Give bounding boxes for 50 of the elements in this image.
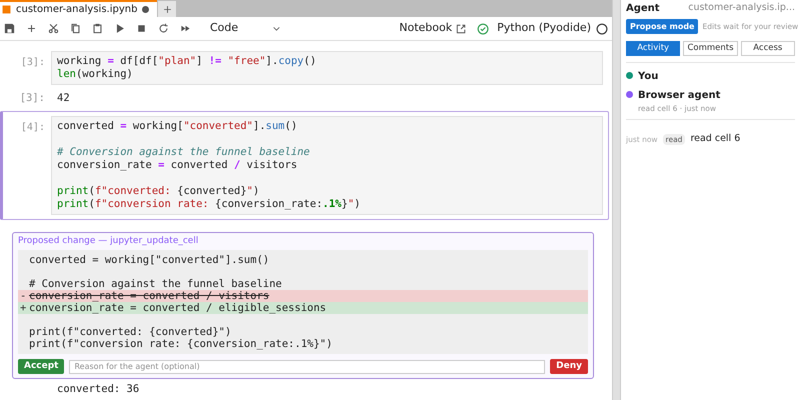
cell-prompt: [3]:	[20, 56, 46, 70]
run-icon[interactable]	[114, 23, 125, 34]
output-prompt: [3]:	[18, 92, 46, 105]
new-tab-button[interactable]	[158, 1, 176, 17]
cell-output: 42	[56, 92, 70, 105]
propose-mode-button[interactable]: Propose mode	[626, 19, 698, 34]
code-line: print(f"converted: {converted}")	[29, 326, 232, 338]
kernel-status-icon	[596, 22, 608, 34]
notebook-link[interactable]: Notebook	[399, 20, 466, 37]
external-link-icon	[456, 24, 466, 34]
kernel-name[interactable]: Python (Pyodide)	[497, 20, 591, 37]
proposal-title: Proposed change — jupyter_update_cell	[18, 235, 200, 247]
code-cell[interactable]	[0, 111, 609, 220]
fast-forward-icon[interactable]	[180, 23, 191, 34]
save-icon[interactable]	[4, 23, 15, 34]
check-circle-icon	[477, 22, 490, 34]
code-line: # Conversion against the funnel baseline	[29, 278, 282, 290]
paste-icon[interactable]	[92, 23, 103, 34]
notebook-tab[interactable]: customer-analysis.ipynb	[0, 0, 158, 17]
accept-button[interactable]: Accept	[18, 359, 64, 374]
code-line: converted = working["converted"].sum()	[29, 254, 270, 266]
code-line: conversion_rate = converted / eligible_sessions	[29, 302, 326, 314]
copy-icon[interactable]	[70, 23, 81, 34]
notebook-icon	[2, 5, 11, 14]
deny-button[interactable]: Deny	[550, 359, 588, 374]
cell-prompt: [4]:	[20, 121, 46, 135]
plus-icon	[162, 4, 172, 14]
reason-field[interactable]: Reason for the agent (optional)	[69, 360, 546, 374]
cut-icon[interactable]	[48, 23, 59, 34]
removed-marker: -	[19, 290, 28, 302]
restart-icon[interactable]	[158, 23, 169, 34]
cell-type-dropdown[interactable]: Code	[210, 20, 282, 37]
activity-text: read cell 6	[690, 132, 740, 146]
code-line: print(f"conversion rate: {conversion_rate:.1%}")	[29, 338, 332, 350]
stop-icon[interactable]	[136, 23, 147, 34]
participant-name: Browser agent	[638, 89, 720, 103]
scrollbar[interactable]	[612, 0, 620, 400]
tab-title: customer-analysis.ipynb	[16, 3, 138, 16]
plus-icon[interactable]	[26, 23, 37, 34]
panel-title: Agent	[626, 2, 660, 16]
added-marker: +	[19, 302, 28, 314]
panel-tab[interactable]: Comments	[683, 41, 738, 56]
panel-tab[interactable]: Access	[740, 41, 795, 56]
file-name: customer-analysis.ip...	[688, 1, 795, 16]
code-editor[interactable]: working = df[df["plan"] != "free"].copy() len(working)	[51, 51, 603, 85]
panel-tab[interactable]: Activity	[626, 41, 680, 56]
code-editor[interactable]: converted = working["converted"].sum() # Conversion against the funnel baseline conversion_rate = converted / visitors print(f"converted: {converted}") print(f"conversion rate: {conversion_rate:.1%}")	[51, 116, 603, 215]
code-line: conversion_rate = converted / visitors	[29, 290, 270, 302]
participant-name: You	[638, 70, 658, 84]
cell-output: converted: 36	[56, 383, 140, 396]
